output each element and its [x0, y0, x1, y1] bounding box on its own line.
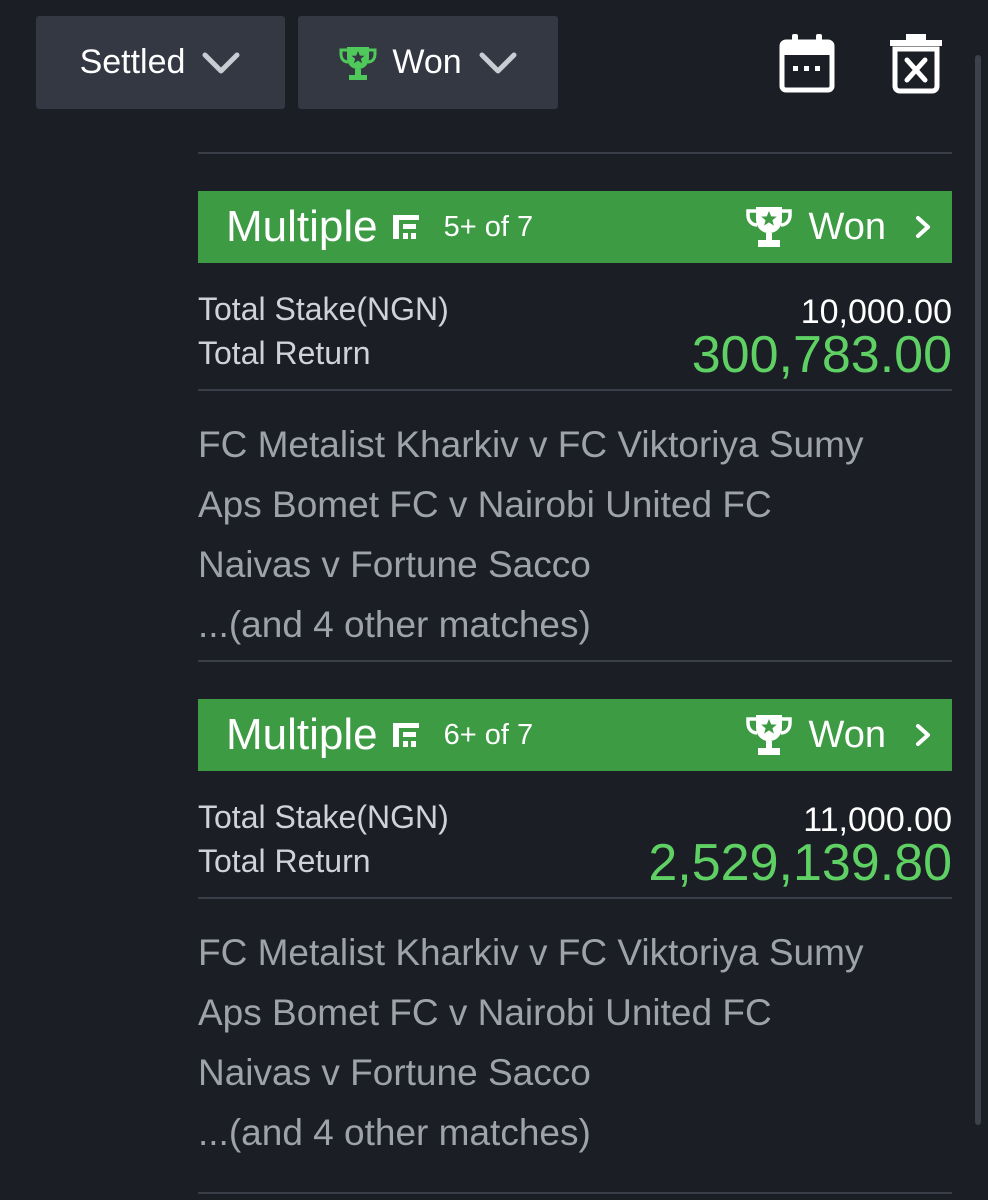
chevron-down-icon [479, 52, 517, 73]
match-item: FC Metalist Kharkiv v FC Viktoriya Sumy [198, 932, 864, 973]
total-return-value: 2,529,139.80 [648, 834, 952, 892]
bet-card-header[interactable]: Multiple 5+ of 7 Won [198, 191, 952, 263]
match-item: FC Metalist Kharkiv v FC Viktoriya Sumy [198, 424, 864, 465]
bet-card[interactable]: Multiple 6+ of 7 Won Total Stake(NGN) 11… [198, 699, 952, 1163]
match-list: FC Metalist Kharkiv v FC Viktoriya Sumy … [198, 923, 952, 1163]
bet-type: Multiple [226, 202, 378, 251]
total-return-label: Total Return [198, 843, 371, 879]
result-filter-dropdown[interactable]: Won [298, 16, 558, 109]
divider [198, 1192, 952, 1194]
status-filter-label: Settled [79, 43, 186, 81]
result-filter-label: Won [392, 43, 462, 81]
trophy-icon [745, 207, 792, 247]
total-stake-label: Total Stake(NGN) [198, 799, 449, 835]
bet-card-header[interactable]: Multiple 6+ of 7 Won [198, 699, 952, 771]
calendar-icon[interactable] [778, 32, 836, 94]
more-matches-text: ...(and 4 other matches) [198, 1112, 591, 1153]
bet-rule: 6+ of 7 [443, 718, 534, 751]
match-item: Aps Bomet FC v Nairobi United FC [198, 484, 772, 525]
bet-rule: 5+ of 7 [443, 210, 534, 243]
match-item: Aps Bomet FC v Nairobi United FC [198, 992, 772, 1033]
chevron-down-icon [202, 52, 240, 73]
divider [198, 389, 952, 391]
divider [198, 897, 952, 899]
total-stake-label: Total Stake(NGN) [198, 291, 449, 327]
match-list: FC Metalist Kharkiv v FC Viktoriya Sumy … [198, 415, 952, 655]
chevron-right-icon [916, 724, 930, 746]
bet-status: Won [808, 713, 886, 756]
trash-icon[interactable] [888, 32, 944, 94]
total-return-label: Total Return [198, 335, 371, 371]
scrollbar[interactable] [975, 55, 981, 1125]
match-item: Naivas v Fortune Sacco [198, 1052, 591, 1093]
status-filter-dropdown[interactable]: Settled [36, 16, 285, 109]
flexibet-icon [392, 723, 419, 747]
trophy-icon [339, 46, 377, 80]
flexibet-icon [392, 215, 419, 239]
divider [198, 152, 952, 154]
bet-card[interactable]: Multiple 5+ of 7 Won Total Stake(NGN) 10… [198, 191, 952, 655]
divider [198, 660, 952, 662]
bet-status: Won [808, 205, 886, 248]
chevron-right-icon [916, 216, 930, 238]
trophy-icon [745, 715, 792, 755]
more-matches-text: ...(and 4 other matches) [198, 604, 591, 645]
total-return-value: 300,783.00 [691, 326, 952, 384]
match-item: Naivas v Fortune Sacco [198, 544, 591, 585]
bet-type: Multiple [226, 710, 378, 759]
